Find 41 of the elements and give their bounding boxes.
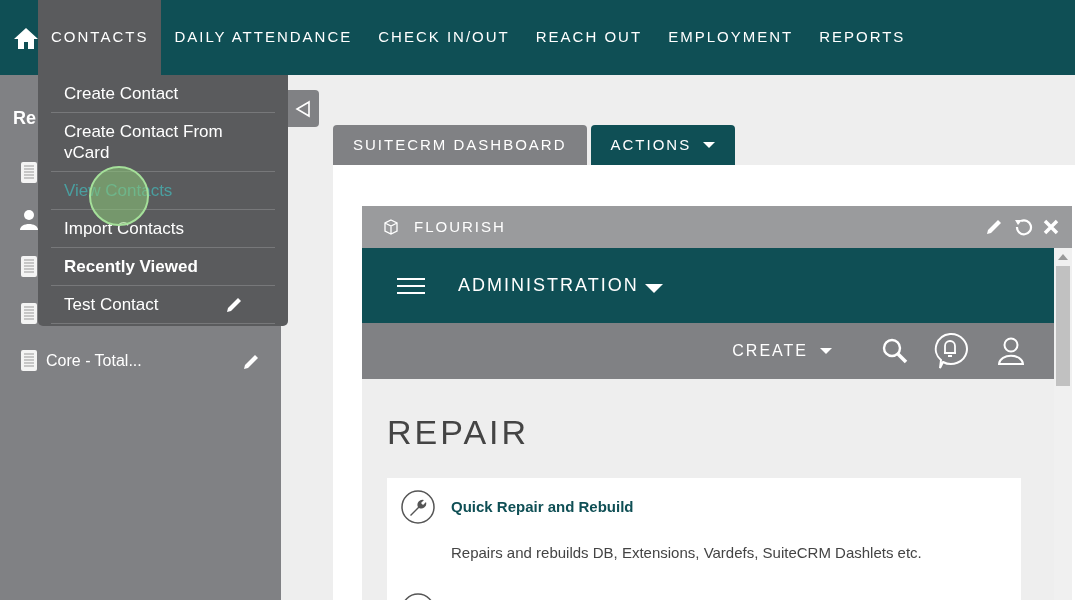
repair-link[interactable]: Quick Repair and Rebuild <box>451 495 634 519</box>
menu-item[interactable]: Import Contacts <box>51 210 275 248</box>
menu-icon[interactable] <box>397 276 425 295</box>
document-icon <box>20 255 38 278</box>
menu-item[interactable]: Create Contact <box>51 75 275 113</box>
nav-tab[interactable]: CONTACTS <box>38 0 162 75</box>
menu-header: Recently Viewed <box>51 248 275 286</box>
caret-icon <box>703 142 716 148</box>
caret-icon <box>820 348 832 354</box>
sidebar-title: Re <box>13 108 36 128</box>
bell-icon[interactable] <box>932 332 968 370</box>
create-menu[interactable]: CREATE <box>732 339 832 363</box>
nav-tab[interactable]: DAILY ATTENDANCE <box>161 0 366 75</box>
nav-tab[interactable]: REACH OUT <box>522 0 656 75</box>
scroll-up-icon <box>1058 254 1068 260</box>
document-icon <box>20 349 38 372</box>
scrollbar-thumb[interactable] <box>1056 266 1070 386</box>
refresh-icon[interactable] <box>1012 217 1034 237</box>
repair-description: Repairs and rebuilds DB, Extensions, Vardefs, SuiteCRM Dashlets etc. <box>451 543 923 563</box>
cube-icon <box>384 219 398 235</box>
tab[interactable]: ACTIONS <box>590 125 736 165</box>
nav-tab[interactable]: CHECK IN/OUT <box>365 0 523 75</box>
admin-menu[interactable]: ADMINISTRATION <box>458 272 663 299</box>
home-icon[interactable] <box>13 25 39 50</box>
user-icon[interactable] <box>998 337 1024 365</box>
document-icon <box>20 302 38 325</box>
page-heading: REPAIR <box>387 412 531 453</box>
dashlet-title: FLOURISH <box>414 216 506 237</box>
tab[interactable]: SUITECRM DASHBOARD <box>333 125 587 165</box>
caret-icon <box>644 284 663 293</box>
close-icon[interactable] <box>1042 218 1060 236</box>
nav-tab[interactable]: REPORTS <box>806 0 919 75</box>
menu-item[interactable]: Create Contact From vCard <box>51 113 275 172</box>
person-icon <box>20 209 38 230</box>
triangle-icon <box>295 100 311 119</box>
collapse-button[interactable] <box>287 90 319 127</box>
nav-tab[interactable]: EMPLOYMENT <box>655 0 807 75</box>
document-icon <box>20 161 38 184</box>
menu-item[interactable]: Test Contact <box>64 294 159 315</box>
search-icon[interactable] <box>882 338 908 364</box>
sidebar-link[interactable]: Core - Total... <box>46 348 142 373</box>
